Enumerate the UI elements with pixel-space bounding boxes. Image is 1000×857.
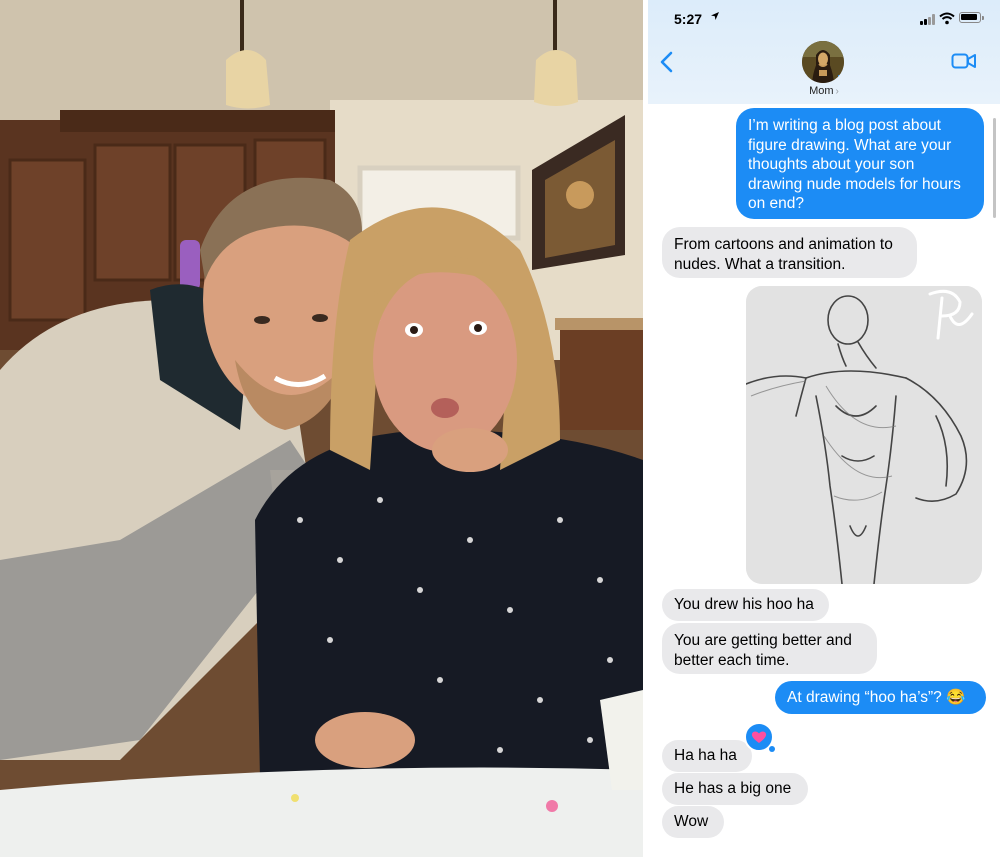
status-time: 5:27 [674,11,703,27]
message-outgoing[interactable]: At drawing “hoo ha’s”? 😂 [775,681,986,714]
message-incoming[interactable]: From cartoons and animation to nudes. Wh… [662,227,917,278]
contact-avatar[interactable] [802,41,844,83]
scrollbar[interactable] [993,118,996,218]
tapback-tail [769,746,775,752]
signal-icon [920,14,936,25]
figure-drawing-image-message[interactable] [746,286,982,584]
battery-icon [959,12,984,23]
messages-screen: 5:27 Mom › I’m writing a blog post about… [648,0,1000,857]
message-incoming[interactable]: You drew his hoo ha [662,589,829,621]
back-chevron-icon[interactable] [658,50,676,74]
message-incoming[interactable]: He has a big one [662,773,808,805]
message-outgoing[interactable]: I’m writing a blog post about figure dra… [736,108,984,219]
wifi-icon [939,12,955,25]
contact-name: Mom [809,85,834,97]
contact-name-button[interactable]: Mom › [648,85,1000,97]
location-arrow-icon [710,11,720,24]
conversation-header: 5:27 Mom › [648,0,1000,104]
message-incoming[interactable]: You are getting better and better each t… [662,623,877,674]
message-incoming[interactable]: Wow [662,806,724,838]
heart-tapback-icon [751,731,767,743]
message-incoming[interactable]: Ha ha ha [662,740,752,772]
family-photo [0,0,643,857]
chevron-right-icon: › [835,86,839,97]
video-call-icon[interactable] [951,52,977,70]
